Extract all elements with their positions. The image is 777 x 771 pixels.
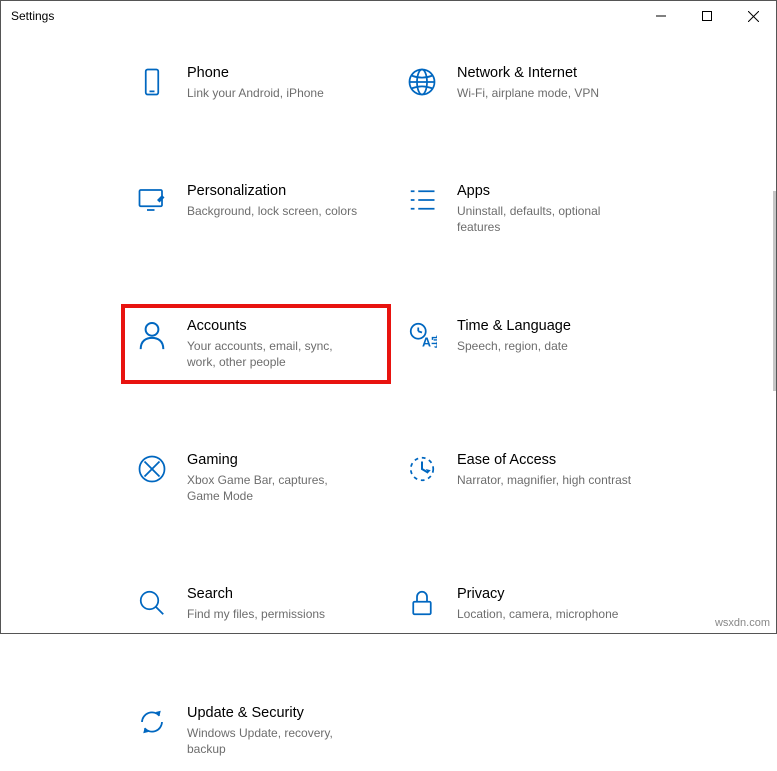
category-desc: Link your Android, iPhone bbox=[187, 85, 324, 101]
category-ease-of-access[interactable]: Ease of Access Narrator, magnifier, high… bbox=[391, 438, 661, 518]
person-icon bbox=[135, 318, 169, 352]
category-desc: Background, lock screen, colors bbox=[187, 203, 357, 219]
globe-icon bbox=[405, 65, 439, 99]
phone-icon bbox=[135, 65, 169, 99]
category-desc: Speech, region, date bbox=[457, 338, 571, 354]
category-accounts[interactable]: Accounts Your accounts, email, sync, wor… bbox=[121, 304, 391, 384]
category-desc: Your accounts, email, sync, work, other … bbox=[187, 338, 362, 370]
category-desc: Uninstall, defaults, optional features bbox=[457, 203, 632, 235]
category-title: Time & Language bbox=[457, 318, 571, 334]
personalization-icon bbox=[135, 183, 169, 217]
minimize-button[interactable] bbox=[638, 1, 684, 31]
category-title: Gaming bbox=[187, 452, 362, 468]
time-language-icon: A字 bbox=[405, 318, 439, 352]
close-button[interactable] bbox=[730, 1, 776, 31]
category-desc: Location, camera, microphone bbox=[457, 606, 618, 622]
category-desc: Wi-Fi, airplane mode, VPN bbox=[457, 85, 599, 101]
watermark: wsxdn.com bbox=[715, 617, 770, 629]
apps-icon bbox=[405, 183, 439, 217]
category-title: Ease of Access bbox=[457, 452, 631, 468]
lock-icon bbox=[405, 586, 439, 620]
category-title: Update & Security bbox=[187, 705, 362, 721]
category-desc: Windows Update, recovery, backup bbox=[187, 725, 362, 757]
scrollbar[interactable] bbox=[773, 191, 776, 621]
category-title: Personalization bbox=[187, 183, 357, 199]
category-title: Search bbox=[187, 586, 325, 602]
titlebar: Settings bbox=[1, 1, 776, 31]
category-search[interactable]: Search Find my files, permissions bbox=[121, 572, 391, 636]
maximize-button[interactable] bbox=[684, 1, 730, 31]
svg-text:A字: A字 bbox=[422, 334, 437, 349]
search-icon bbox=[135, 586, 169, 620]
update-icon bbox=[135, 705, 169, 739]
xbox-icon bbox=[135, 452, 169, 486]
window-title: Settings bbox=[11, 9, 54, 23]
category-personalization[interactable]: Personalization Background, lock screen,… bbox=[121, 169, 391, 249]
category-time-language[interactable]: A字 Time & Language Speech, region, date bbox=[391, 304, 661, 384]
category-apps[interactable]: Apps Uninstall, defaults, optional featu… bbox=[391, 169, 661, 249]
category-desc: Find my files, permissions bbox=[187, 606, 325, 622]
ease-of-access-icon bbox=[405, 452, 439, 486]
settings-categories: Phone Link your Android, iPhone Network … bbox=[1, 31, 776, 771]
category-phone[interactable]: Phone Link your Android, iPhone bbox=[121, 51, 391, 115]
category-privacy[interactable]: Privacy Location, camera, microphone bbox=[391, 572, 661, 636]
scrollbar-thumb[interactable] bbox=[773, 191, 776, 391]
category-update-security[interactable]: Update & Security Windows Update, recove… bbox=[121, 691, 391, 771]
category-title: Apps bbox=[457, 183, 632, 199]
category-title: Phone bbox=[187, 65, 324, 81]
category-title: Network & Internet bbox=[457, 65, 599, 81]
category-desc: Narrator, magnifier, high contrast bbox=[457, 472, 631, 488]
category-title: Accounts bbox=[187, 318, 362, 334]
category-title: Privacy bbox=[457, 586, 618, 602]
window-controls bbox=[638, 1, 776, 31]
category-network[interactable]: Network & Internet Wi-Fi, airplane mode,… bbox=[391, 51, 661, 115]
category-gaming[interactable]: Gaming Xbox Game Bar, captures, Game Mod… bbox=[121, 438, 391, 518]
category-desc: Xbox Game Bar, captures, Game Mode bbox=[187, 472, 362, 504]
